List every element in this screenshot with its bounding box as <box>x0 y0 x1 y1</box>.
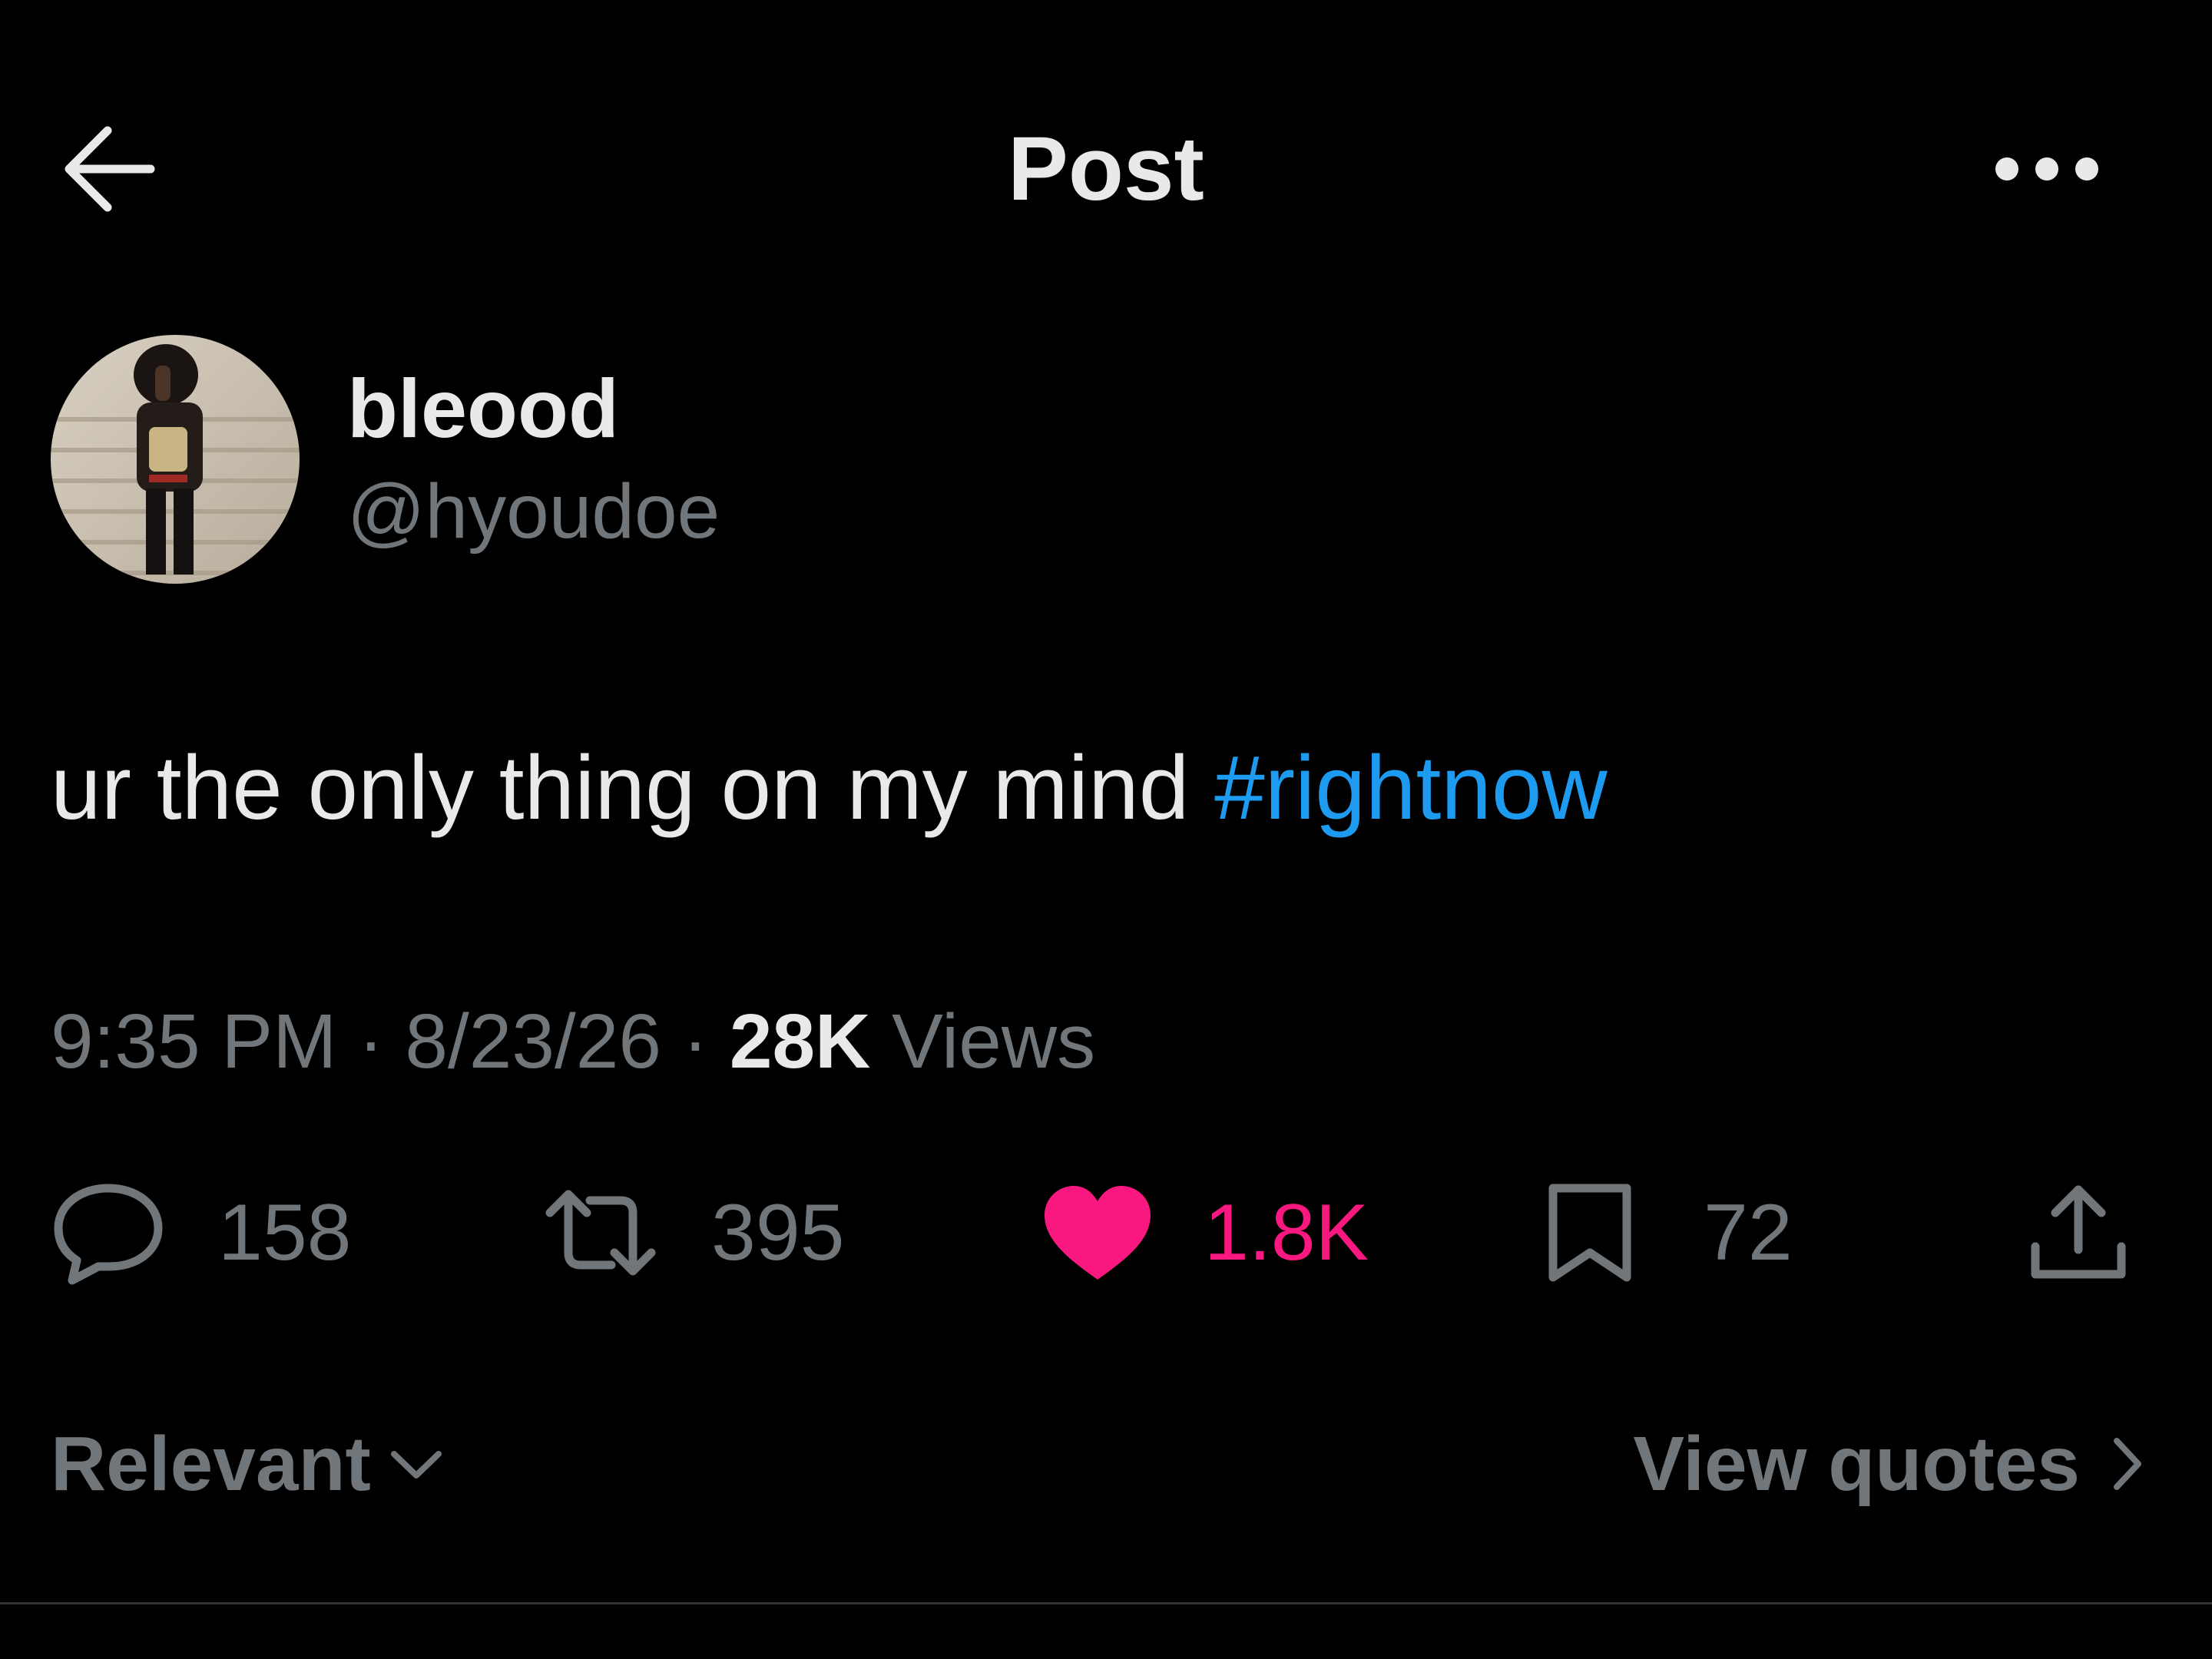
post-meta: 9:35 PM · 8/23/26 · 28K Views <box>51 995 1095 1088</box>
bookmark-icon <box>1548 1184 1631 1282</box>
page-title: Post <box>0 115 2212 223</box>
like-count: 1.8K <box>1204 1188 1369 1277</box>
reply-button[interactable]: 158 <box>51 1175 352 1290</box>
divider <box>0 1602 2212 1604</box>
replies-sort-label: Relevant <box>51 1421 371 1507</box>
author-display-name[interactable]: bleood <box>347 361 619 456</box>
meta-separator: · <box>358 998 384 1084</box>
post-date[interactable]: 8/23/26 <box>405 998 661 1084</box>
author-handle[interactable]: @hyoudoe <box>347 465 720 558</box>
post-time[interactable]: 9:35 PM <box>51 998 336 1084</box>
page-title-text: Post <box>1008 118 1204 220</box>
repost-button[interactable]: 395 <box>542 1175 845 1290</box>
share-icon <box>2031 1185 2126 1279</box>
reply-count: 158 <box>218 1188 352 1277</box>
ellipsis-icon <box>1995 157 2098 180</box>
more-options-button[interactable] <box>1982 138 2112 200</box>
avatar[interactable] <box>51 335 300 584</box>
repost-count: 395 <box>711 1188 845 1277</box>
share-button[interactable] <box>2028 1175 2129 1290</box>
arrow-left-icon <box>65 126 155 212</box>
repost-icon <box>545 1190 656 1276</box>
like-button[interactable]: 1.8K <box>1041 1175 1369 1290</box>
hashtag-link[interactable]: #rightnow <box>1214 737 1608 839</box>
views-label: Views <box>892 998 1096 1084</box>
view-quotes-label: View quotes <box>1633 1421 2080 1507</box>
back-button[interactable] <box>51 123 166 215</box>
bookmark-count: 72 <box>1704 1188 1793 1277</box>
replies-sort-dropdown[interactable]: Relevant <box>51 1418 443 1510</box>
post-text: ur the only thing on my mind #rightnow <box>51 734 1608 842</box>
chevron-down-icon <box>390 1451 442 1479</box>
chevron-right-icon <box>2114 1438 2141 1490</box>
views-count: 28K <box>729 998 871 1084</box>
heart-icon <box>1045 1186 1151 1280</box>
view-quotes-link[interactable]: View quotes <box>1633 1418 2143 1510</box>
bookmark-button[interactable]: 72 <box>1544 1175 1793 1290</box>
reply-icon <box>54 1184 163 1285</box>
post-body-text: ur the only thing on my mind <box>51 737 1190 839</box>
avatar-photo <box>51 335 300 584</box>
meta-separator: · <box>682 998 709 1084</box>
